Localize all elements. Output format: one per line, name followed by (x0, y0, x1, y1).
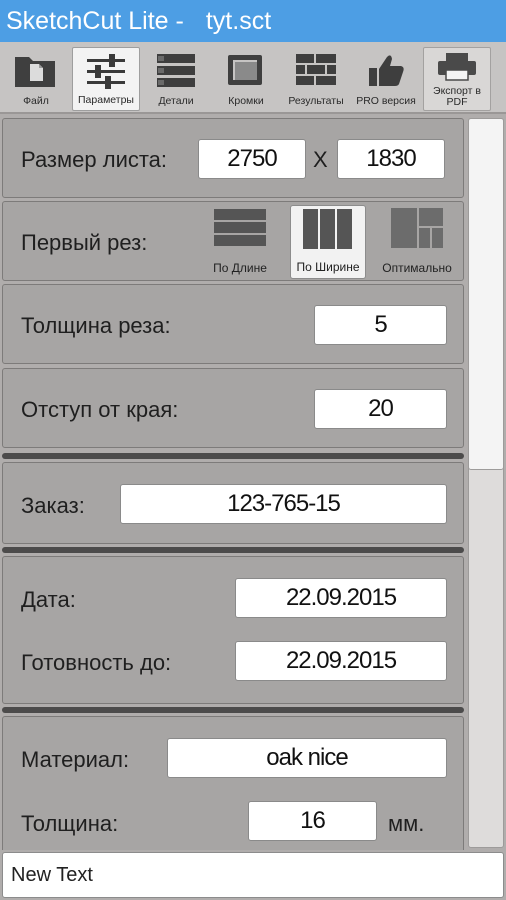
cut-option-label: Оптимально (382, 261, 452, 275)
cut-option-label: По Длине (213, 261, 267, 275)
pro-label: PRO версия (356, 95, 416, 107)
scrollbar-thumb[interactable] (468, 118, 504, 470)
thumbs-up-icon (363, 51, 409, 89)
margin-input[interactable]: 20 (314, 389, 447, 429)
section-divider (2, 707, 464, 713)
details-button[interactable]: Детали (142, 47, 210, 111)
file-button[interactable]: Файл (2, 47, 70, 111)
cut-by-width-option[interactable]: По Ширине (290, 205, 366, 279)
params-label: Параметры (78, 94, 134, 106)
scrollbar[interactable] (466, 116, 506, 850)
material-label: Материал: (21, 747, 130, 772)
pro-button[interactable]: PRO версия (352, 47, 420, 111)
edges-button[interactable]: Кромки (212, 47, 280, 111)
title-bar: SketchCut Lite - tyt.sct (0, 0, 506, 42)
thickness-label: Толщина: (21, 811, 119, 836)
order-label: Заказ: (21, 493, 85, 518)
app-title: SketchCut Lite - (6, 6, 184, 35)
edge-frame-icon (223, 51, 269, 89)
order-panel: Заказ: 123-765-15 (2, 462, 464, 544)
kerf-panel: Толщина реза: 5 (2, 284, 464, 364)
cut-optimal-option[interactable]: Оптимально (379, 205, 455, 279)
sheet-height-input[interactable]: 1830 (337, 139, 445, 179)
settings-form: Размер листа: 2750 X 1830 Первый рез: По… (0, 116, 466, 850)
date-label: Дата: (21, 587, 76, 612)
toolbar: Файл Параметры Детали Кромки Результаты … (0, 42, 506, 114)
date-input[interactable]: 22.09.2015 (235, 578, 447, 618)
order-input[interactable]: 123-765-15 (120, 484, 447, 524)
sheet-size-label: Размер листа: (21, 147, 168, 172)
kerf-input[interactable]: 5 (314, 305, 447, 345)
export-label: Экспорт в PDF (433, 85, 481, 108)
thickness-input[interactable]: 16 (248, 801, 377, 841)
cut-by-length-option[interactable]: По Длине (202, 205, 278, 279)
mixed-layout-icon (391, 208, 443, 248)
cut-option-label: По Ширине (296, 260, 360, 274)
first-cut-panel: Первый рез: По Длине По Ширине Оптимальн… (2, 201, 464, 281)
file-label: Файл (23, 95, 49, 107)
bottom-text-field[interactable]: New Text (2, 852, 504, 898)
ready-date-input[interactable]: 22.09.2015 (235, 641, 447, 681)
section-divider (2, 547, 464, 553)
first-cut-label: Первый рез: (21, 230, 148, 255)
bricks-icon (293, 51, 339, 89)
folder-icon (13, 51, 59, 89)
list-icon (153, 51, 199, 89)
results-label: Результаты (288, 95, 344, 107)
details-label: Детали (158, 95, 194, 107)
section-divider (2, 453, 464, 459)
ready-label: Готовность до: (21, 650, 172, 675)
kerf-label: Толщина реза: (21, 313, 171, 338)
dates-panel: Дата: 22.09.2015 Готовность до: 22.09.20… (2, 556, 464, 704)
material-input[interactable]: oak nice (167, 738, 447, 778)
sliders-icon (83, 52, 129, 90)
margin-panel: Отступ от края: 20 (2, 368, 464, 448)
times-sign: X (313, 147, 328, 172)
horizontal-stripes-icon (214, 209, 266, 246)
results-button[interactable]: Результаты (282, 47, 350, 111)
file-name: tyt.sct (205, 6, 272, 35)
margin-label: Отступ от края: (21, 397, 179, 422)
sheet-size-panel: Размер листа: 2750 X 1830 (2, 118, 464, 198)
sheet-width-input[interactable]: 2750 (198, 139, 306, 179)
vertical-stripes-icon (303, 209, 352, 249)
material-panel: Материал: oak nice Толщина: 16 мм. (2, 716, 464, 850)
edges-label: Кромки (228, 95, 264, 107)
export-pdf-button[interactable]: Экспорт в PDF (423, 47, 491, 111)
thickness-unit: мм. (388, 811, 425, 836)
params-button[interactable]: Параметры (72, 47, 140, 111)
